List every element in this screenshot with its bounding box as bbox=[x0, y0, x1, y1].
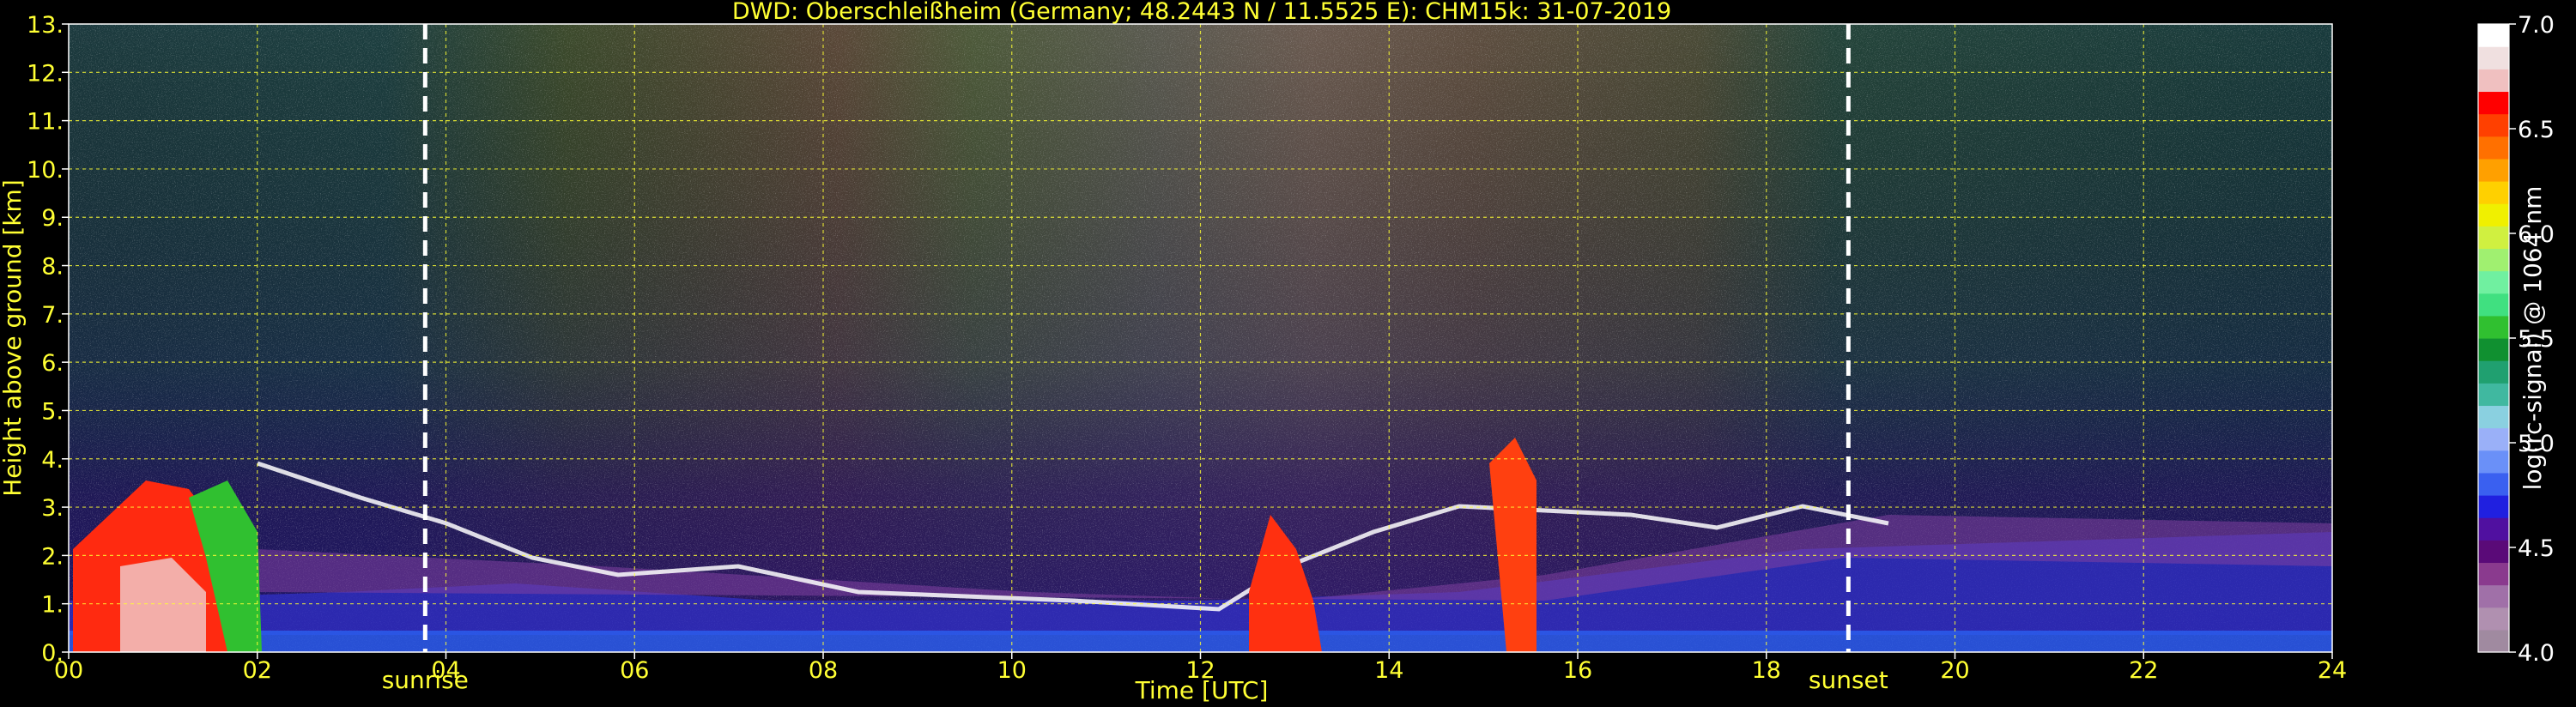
chart-title: DWD: Oberschleißheim (Germany; 48.2443 N… bbox=[732, 0, 1671, 25]
lidar-chart: sunrise sunset 0.1.2.3.4.5.6.7.8.9.10.11.… bbox=[0, 0, 2555, 704]
x-tick-label: 18 bbox=[1752, 657, 1781, 684]
colorbar-tick-label: 6.5 bbox=[2518, 117, 2555, 143]
y-tick-label: 4. bbox=[41, 447, 64, 474]
event-label-sunset: sunset bbox=[1809, 666, 1888, 694]
colorbar-segment bbox=[2478, 584, 2509, 608]
y-tick-label: 8. bbox=[41, 254, 64, 281]
colorbar-segment bbox=[2478, 495, 2509, 518]
x-axis-label: Time [UTC] bbox=[1135, 676, 1269, 704]
colorbar-segment bbox=[2478, 338, 2509, 361]
colorbar-segment bbox=[2478, 46, 2509, 69]
x-tick-label: 00 bbox=[54, 657, 83, 684]
y-tick-label: 6. bbox=[41, 350, 64, 377]
colorbar-segment bbox=[2478, 136, 2509, 160]
x-tick-label: 20 bbox=[1940, 657, 1969, 684]
colorbar-segment bbox=[2478, 248, 2509, 272]
colorbar-label: log(rc-signal) @ 1064 nm bbox=[2518, 186, 2547, 491]
colorbar-segment bbox=[2478, 427, 2509, 451]
colorbar-segment bbox=[2478, 517, 2509, 541]
y-tick-label: 12. bbox=[27, 60, 64, 87]
y-tick-label: 3. bbox=[41, 495, 64, 522]
y-tick-label: 11. bbox=[27, 109, 64, 136]
colorbar-segment bbox=[2478, 562, 2509, 586]
y-tick-label: 2. bbox=[41, 543, 64, 570]
colorbar-segment bbox=[2478, 360, 2509, 384]
y-tick-label: 13. bbox=[27, 12, 64, 39]
y-axis-label: Height above ground [km] bbox=[0, 179, 27, 497]
x-tick-label: 08 bbox=[809, 657, 838, 684]
y-tick-label: 7. bbox=[41, 302, 64, 329]
colorbar-segment bbox=[2478, 113, 2509, 137]
x-tick-label: 16 bbox=[1563, 657, 1592, 684]
x-tick-label: 24 bbox=[2318, 657, 2347, 684]
colorbar-tick-label: 7.0 bbox=[2518, 12, 2555, 39]
colorbar-segment bbox=[2478, 226, 2509, 250]
colorbar-segment bbox=[2478, 293, 2509, 317]
colorbar-segment bbox=[2478, 69, 2509, 93]
colorbar-segment bbox=[2478, 405, 2509, 429]
x-tick-label: 06 bbox=[620, 657, 649, 684]
y-tick-label: 5. bbox=[41, 398, 64, 425]
colorbar-segment bbox=[2478, 315, 2509, 339]
colorbar-tick-label: 4.0 bbox=[2518, 640, 2555, 667]
x-tick-label: 02 bbox=[243, 657, 272, 684]
x-tick-label: 22 bbox=[2129, 657, 2158, 684]
colorbar-segment bbox=[2478, 450, 2509, 474]
colorbar-segment bbox=[2478, 540, 2509, 564]
colorbar-segment bbox=[2478, 158, 2509, 182]
y-axis: 0.1.2.3.4.5.6.7.8.9.10.11.12.13. bbox=[27, 12, 69, 667]
x-tick-label: 14 bbox=[1374, 657, 1403, 684]
colorbar-tick-label: 4.5 bbox=[2518, 535, 2555, 562]
colorbar-segment bbox=[2478, 607, 2509, 631]
y-tick-label: 10. bbox=[27, 157, 64, 184]
y-tick-label: 1. bbox=[41, 592, 64, 619]
colorbar-segment bbox=[2478, 24, 2509, 47]
x-tick-label: 04 bbox=[431, 657, 460, 684]
colorbar-segment bbox=[2478, 91, 2509, 115]
plot-area bbox=[69, 24, 2332, 652]
colorbar-segment bbox=[2478, 629, 2509, 653]
y-tick-label: 9. bbox=[41, 205, 64, 232]
colorbar-segment bbox=[2478, 383, 2509, 407]
colorbar-segment bbox=[2478, 472, 2509, 496]
x-tick-label: 10 bbox=[997, 657, 1027, 684]
colorbar-segment bbox=[2478, 181, 2509, 204]
colorbar-segment bbox=[2478, 270, 2509, 294]
colorbar-segment bbox=[2478, 203, 2509, 227]
